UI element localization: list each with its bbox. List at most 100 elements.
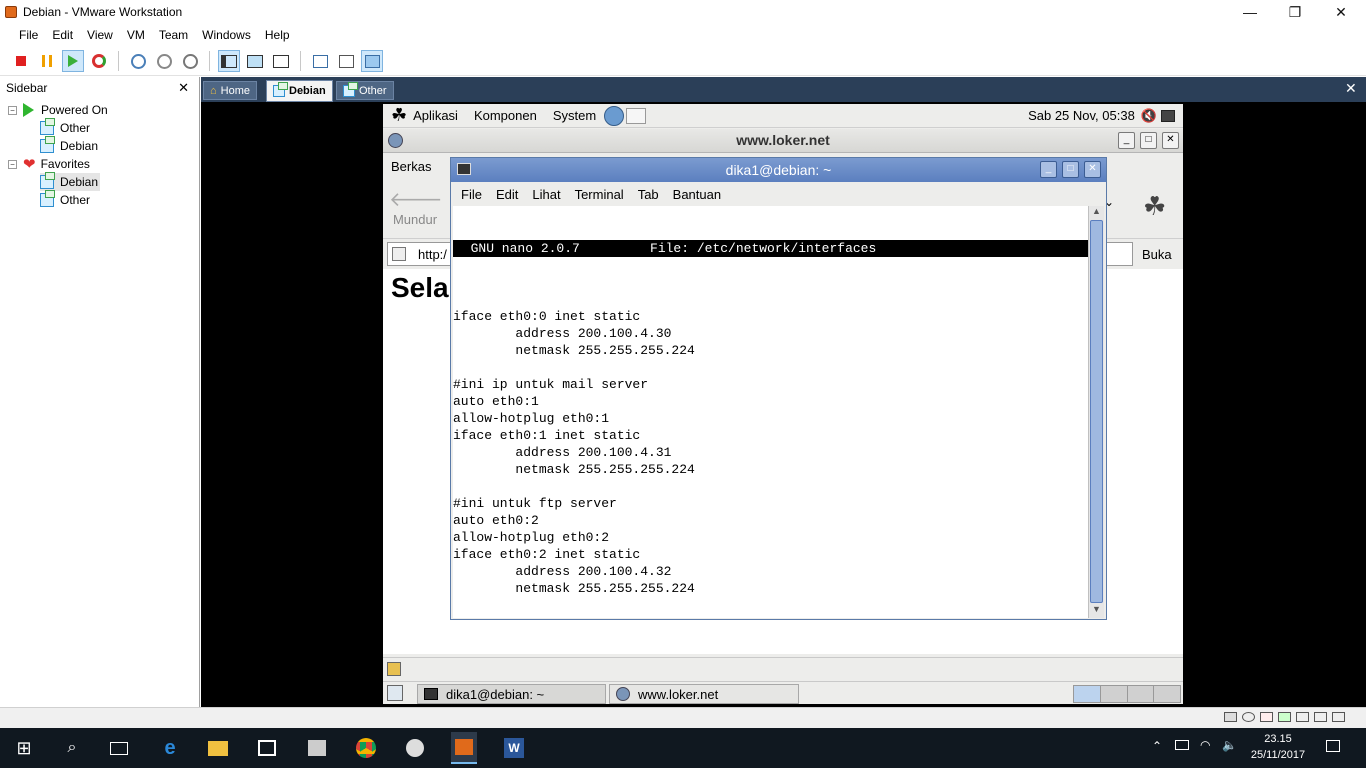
terminal-close-button[interactable]: ✕: [1084, 161, 1101, 178]
workspace-3[interactable]: [1127, 686, 1155, 702]
menu-bantuan[interactable]: Bantuan: [673, 187, 721, 202]
editor-line[interactable]: allow-hotplug eth0:2: [453, 529, 1088, 546]
editor-line[interactable]: address 200.100.4.30: [453, 325, 1088, 342]
usb-icon[interactable]: [1296, 712, 1309, 722]
app-icon[interactable]: [305, 736, 329, 760]
editor-line[interactable]: auto eth0:1: [453, 393, 1088, 410]
chrome-icon[interactable]: [354, 736, 378, 760]
network-icon[interactable]: [1278, 712, 1291, 722]
menu-tab[interactable]: Tab: [638, 187, 659, 202]
editor-line[interactable]: netmask 255.255.255.224: [453, 342, 1088, 359]
tree-item-other[interactable]: Other: [40, 118, 90, 137]
scroll-down-icon[interactable]: ▼: [1090, 604, 1103, 617]
printer-icon[interactable]: [1332, 712, 1345, 722]
reset-button[interactable]: [88, 50, 110, 72]
menu-lihat[interactable]: Lihat: [532, 187, 560, 202]
close-button[interactable]: ✕: [1318, 0, 1364, 24]
show-sidebar-button[interactable]: [218, 50, 240, 72]
tabs-view-button[interactable]: [361, 50, 383, 72]
file-explorer-icon[interactable]: [206, 736, 230, 760]
workspace-2[interactable]: [1100, 686, 1128, 702]
scroll-up-icon[interactable]: ▲: [1090, 206, 1103, 219]
back-button[interactable]: 🡐 Mundur: [389, 187, 443, 227]
console-view-button[interactable]: [309, 50, 331, 72]
tree-group-favorites[interactable]: − ❤ Favorites: [8, 155, 90, 173]
editor-line[interactable]: auto eth0:2: [453, 512, 1088, 529]
mail-launcher-icon[interactable]: [626, 107, 647, 124]
suspend-button[interactable]: [36, 50, 58, 72]
start-icon[interactable]: ⊞: [12, 736, 36, 760]
power-on-button[interactable]: [62, 50, 84, 72]
editor-line[interactable]: iface eth0:2 inet static: [453, 546, 1088, 563]
editor-line[interactable]: [453, 359, 1088, 376]
terminal-content[interactable]: GNU nano 2.0.7 File: /etc/network/interf…: [453, 206, 1088, 618]
editor-line[interactable]: allow-hotplug eth0:1: [453, 410, 1088, 427]
editor-line[interactable]: [453, 478, 1088, 495]
floppy-icon[interactable]: [1260, 712, 1273, 722]
action-center-icon[interactable]: [1326, 740, 1340, 752]
tree-item-debian-favorite[interactable]: Debian: [40, 172, 100, 191]
editor-line[interactable]: #ini ip untuk mail server: [453, 376, 1088, 393]
menu-edit[interactable]: Edit: [52, 28, 73, 42]
scroll-thumb[interactable]: [1090, 220, 1103, 603]
go-button[interactable]: Buka: [1142, 247, 1172, 262]
edge-icon[interactable]: e: [158, 736, 182, 760]
clock-date[interactable]: 25/11/2017: [1248, 749, 1308, 761]
tree-item-other-favorite[interactable]: Other: [40, 190, 90, 209]
menu-windows[interactable]: Windows: [202, 28, 251, 42]
battery-icon[interactable]: [1175, 740, 1189, 750]
fullscreen-button[interactable]: [244, 50, 266, 72]
menu-vm[interactable]: VM: [127, 28, 145, 42]
editor-line[interactable]: address 200.100.4.32: [453, 563, 1088, 580]
taskbar-terminal[interactable]: dika1@debian: ~: [417, 684, 606, 704]
workspace-4[interactable]: [1154, 686, 1180, 702]
clock-time[interactable]: 23.15: [1248, 733, 1308, 745]
maximize-button[interactable]: ❐: [1272, 0, 1318, 24]
taskbar-browser[interactable]: www.loker.net: [609, 684, 799, 704]
search-icon[interactable]: ⌕: [60, 736, 84, 760]
menu-file[interactable]: File: [461, 187, 482, 202]
editor-line[interactable]: netmask 255.255.255.224: [453, 461, 1088, 478]
editor-line[interactable]: iface eth0:0 inet static: [453, 308, 1088, 325]
show-desktop-icon[interactable]: [1161, 109, 1175, 122]
wifi-icon[interactable]: ◠: [1200, 738, 1210, 752]
workspace-1[interactable]: [1074, 686, 1101, 702]
browser-launcher-icon[interactable]: [604, 105, 625, 126]
nano-editor-text[interactable]: iface eth0:0 inet static address 200.100…: [453, 291, 1088, 618]
editor-line[interactable]: [453, 597, 1088, 614]
tab-debian[interactable]: Debian: [266, 80, 333, 102]
minimize-button[interactable]: —: [1227, 0, 1273, 24]
volume-muted-icon[interactable]: 🔇: [1141, 108, 1157, 124]
menu-terminal[interactable]: Terminal: [575, 187, 624, 202]
menu-berkas[interactable]: Berkas: [391, 159, 431, 174]
revert-snapshot-button[interactable]: [153, 50, 175, 72]
show-desktop-icon[interactable]: [387, 685, 403, 701]
unity-button[interactable]: [270, 50, 292, 72]
cdrom-icon[interactable]: [1242, 712, 1255, 722]
browser-close-button[interactable]: ✕: [1162, 132, 1179, 149]
terminal-maximize-button[interactable]: □: [1062, 161, 1079, 178]
browser-minimize-button[interactable]: _: [1118, 132, 1135, 149]
show-hidden-icons-icon[interactable]: ⌃: [1152, 739, 1162, 753]
tree-group-powered-on[interactable]: − Powered On: [8, 101, 108, 119]
hdd-icon[interactable]: [1224, 712, 1237, 722]
panel-clock[interactable]: Sab 25 Nov, 05:38: [1028, 108, 1135, 123]
tab-home[interactable]: ⌂ Home: [203, 81, 257, 100]
snapshot-button[interactable]: [127, 50, 149, 72]
store-icon[interactable]: [255, 736, 279, 760]
menu-help[interactable]: Help: [265, 28, 290, 42]
vmware-taskbar-icon[interactable]: [451, 732, 477, 764]
sound-icon[interactable]: [1314, 712, 1327, 722]
editor-line[interactable]: address 200.100.4.31: [453, 444, 1088, 461]
terminal-scrollbar[interactable]: ▲ ▼: [1088, 206, 1104, 618]
editor-line[interactable]: netmask 255.255.255.224: [453, 580, 1088, 597]
terminal-minimize-button[interactable]: _: [1040, 161, 1057, 178]
editor-line[interactable]: [453, 614, 1088, 618]
tree-item-debian[interactable]: Debian: [40, 136, 98, 155]
editor-line[interactable]: iface eth0:1 inet static: [453, 427, 1088, 444]
menu-view[interactable]: View: [87, 28, 113, 42]
editor-line[interactable]: #ini untuk ftp server: [453, 495, 1088, 512]
menu-system[interactable]: System: [553, 108, 596, 123]
menu-aplikasi[interactable]: Aplikasi: [413, 108, 458, 123]
task-view-icon[interactable]: [107, 736, 131, 760]
